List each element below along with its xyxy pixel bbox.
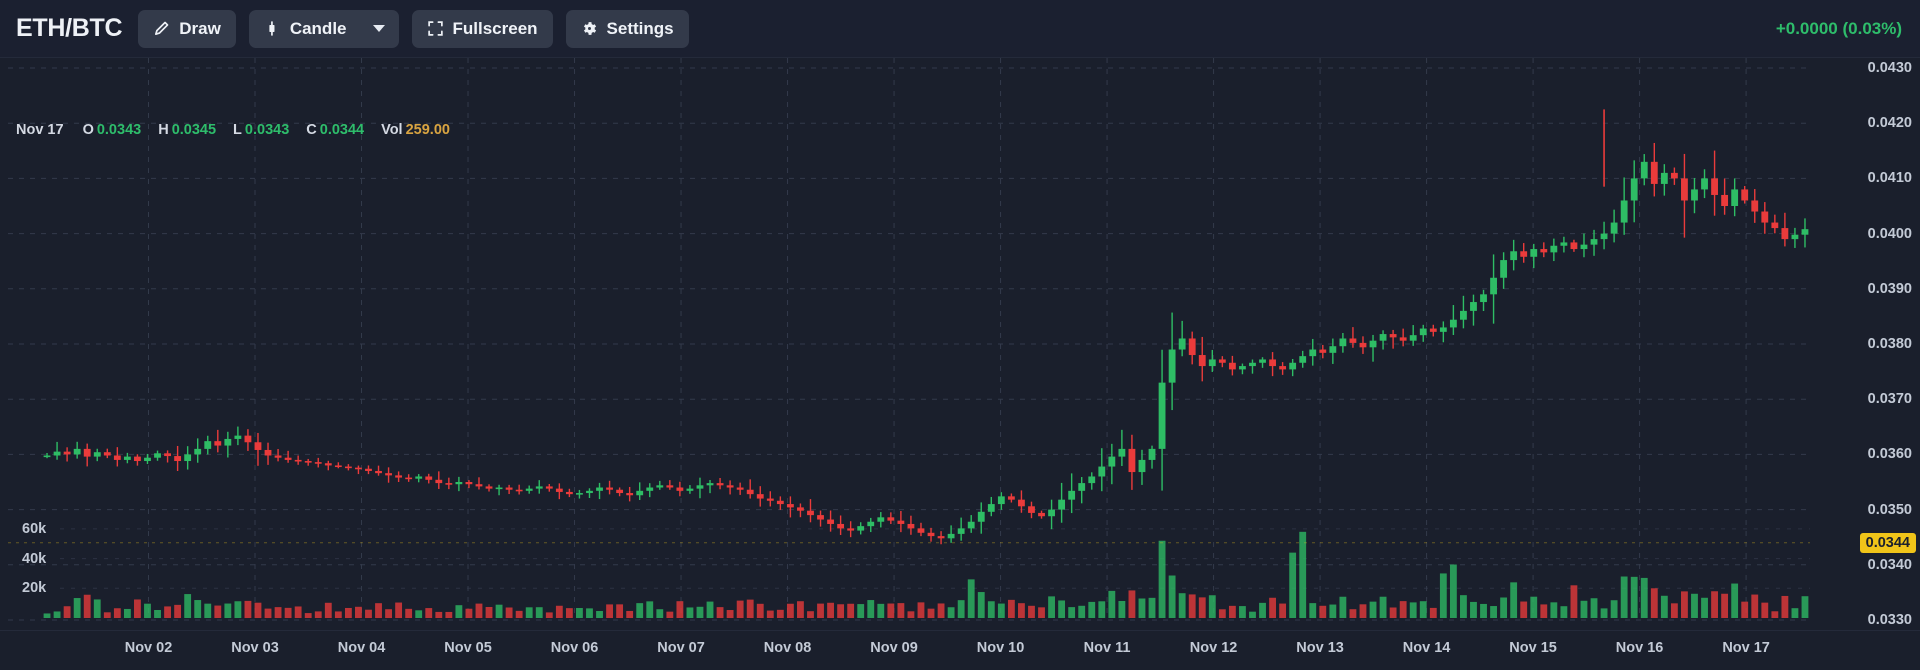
volume-tick-label: 60k	[22, 520, 47, 537]
chevron-down-icon	[372, 25, 385, 32]
plot-region[interactable]	[0, 58, 1920, 630]
price-tick-label: 0.0400	[1867, 225, 1912, 242]
last-price-badge: 0.0344	[1859, 532, 1916, 553]
ohlc-volume-value: 259.00	[405, 122, 450, 138]
time-tick-label: Nov 10	[976, 640, 1025, 656]
price-tick-label: 0.0430	[1867, 60, 1912, 76]
ohlc-legend: Nov 17 O 0.0343 H 0.0345 L 0.0343 C 0.0344 V…	[16, 122, 467, 138]
price-tick-label: 0.0350	[1867, 501, 1912, 518]
chart-toolbar: ETH/BTC Draw Candle Fullscreen Settings …	[0, 0, 1920, 58]
time-tick-label: Nov 06	[550, 640, 599, 656]
ohlc-high-key: H	[158, 122, 169, 138]
fullscreen-button[interactable]: Fullscreen	[411, 9, 553, 48]
ohlc-date: Nov 17	[16, 122, 64, 138]
chart-canvas-area[interactable]: Nov 17 O 0.0343 H 0.0345 L 0.0343 C 0.0344 V…	[0, 58, 1920, 630]
chart-type-button[interactable]: Candle	[248, 9, 399, 48]
volume-tick-label: 20k	[22, 580, 47, 597]
settings-button-label: Settings	[606, 18, 674, 38]
time-tick-label: Nov 15	[1509, 640, 1557, 656]
time-axis[interactable]: Nov 02 Nov 03 Nov 04 Nov 05 Nov 06 Nov 07 Nov …	[0, 630, 1920, 670]
price-tick-label: 0.0420	[1867, 115, 1912, 132]
ohlc-close: C 0.0344	[306, 122, 364, 138]
chart-type-dropdown-toggle[interactable]	[359, 10, 399, 48]
time-tick-label: Nov 07	[657, 640, 705, 656]
ohlc-low: L 0.0343	[233, 122, 289, 138]
volume-tick-label: 40k	[22, 550, 47, 567]
time-tick-label: Nov 14	[1402, 640, 1451, 656]
time-tick-label: Nov 16	[1615, 640, 1664, 656]
price-tick-label: 0.0360	[1867, 446, 1912, 463]
price-change-indicator: +0.0000 (0.03%)	[1775, 18, 1902, 38]
gear-icon	[581, 20, 598, 37]
ohlc-volume: Vol 259.00	[381, 122, 450, 138]
ohlc-low-key: L	[233, 122, 242, 138]
candlestick-svg	[8, 58, 1810, 621]
time-tick-label: Nov 05	[444, 640, 492, 656]
fullscreen-icon	[427, 20, 444, 37]
pencil-icon	[153, 20, 170, 37]
time-tick-label: Nov 08	[763, 640, 812, 656]
price-tick-label: 0.0390	[1867, 280, 1912, 297]
ohlc-open: O 0.0343	[83, 122, 142, 138]
price-tick-label: 0.0330	[1867, 612, 1912, 628]
ohlc-close-key: C	[306, 122, 317, 138]
price-tick-label: 0.0410	[1867, 170, 1912, 187]
chart-type-label: Candle	[289, 18, 347, 38]
time-tick-label: Nov 13	[1296, 640, 1344, 656]
draw-button[interactable]: Draw	[138, 9, 236, 48]
ohlc-high: H 0.0345	[158, 122, 216, 138]
candle-icon	[264, 20, 281, 37]
time-tick-label: Nov 02	[124, 640, 173, 656]
time-tick-label: Nov 17	[1722, 640, 1770, 656]
fullscreen-button-label: Fullscreen	[452, 18, 538, 38]
trading-chart-app: ETH/BTC Draw Candle Fullscreen Settings …	[0, 0, 1920, 670]
time-tick-label: Nov 03	[231, 640, 279, 656]
ohlc-open-value: 0.0343	[96, 122, 142, 138]
ohlc-close-value: 0.0344	[319, 122, 365, 138]
time-tick-label: Nov 09	[870, 640, 918, 656]
draw-button-label: Draw	[179, 18, 221, 38]
settings-button[interactable]: Settings	[565, 9, 689, 48]
price-tick-label: 0.0340	[1867, 556, 1912, 573]
time-tick-label: Nov 04	[337, 640, 386, 656]
price-tick-label: 0.0370	[1867, 391, 1912, 408]
price-axis[interactable]: 0.0430 0.0420 0.0410 0.0400 0.0390 0.0380 0.03…	[1810, 58, 1920, 630]
price-tick-label: 0.0380	[1867, 336, 1912, 352]
ohlc-high-value: 0.0345	[171, 122, 217, 138]
time-tick-label: Nov 12	[1189, 640, 1238, 656]
symbol-title: ETH/BTC	[16, 14, 123, 42]
time-tick-label: Nov 11	[1083, 640, 1131, 656]
ohlc-open-key: O	[82, 122, 94, 138]
ohlc-low-value: 0.0343	[244, 122, 290, 138]
ohlc-volume-key: Vol	[381, 122, 403, 138]
